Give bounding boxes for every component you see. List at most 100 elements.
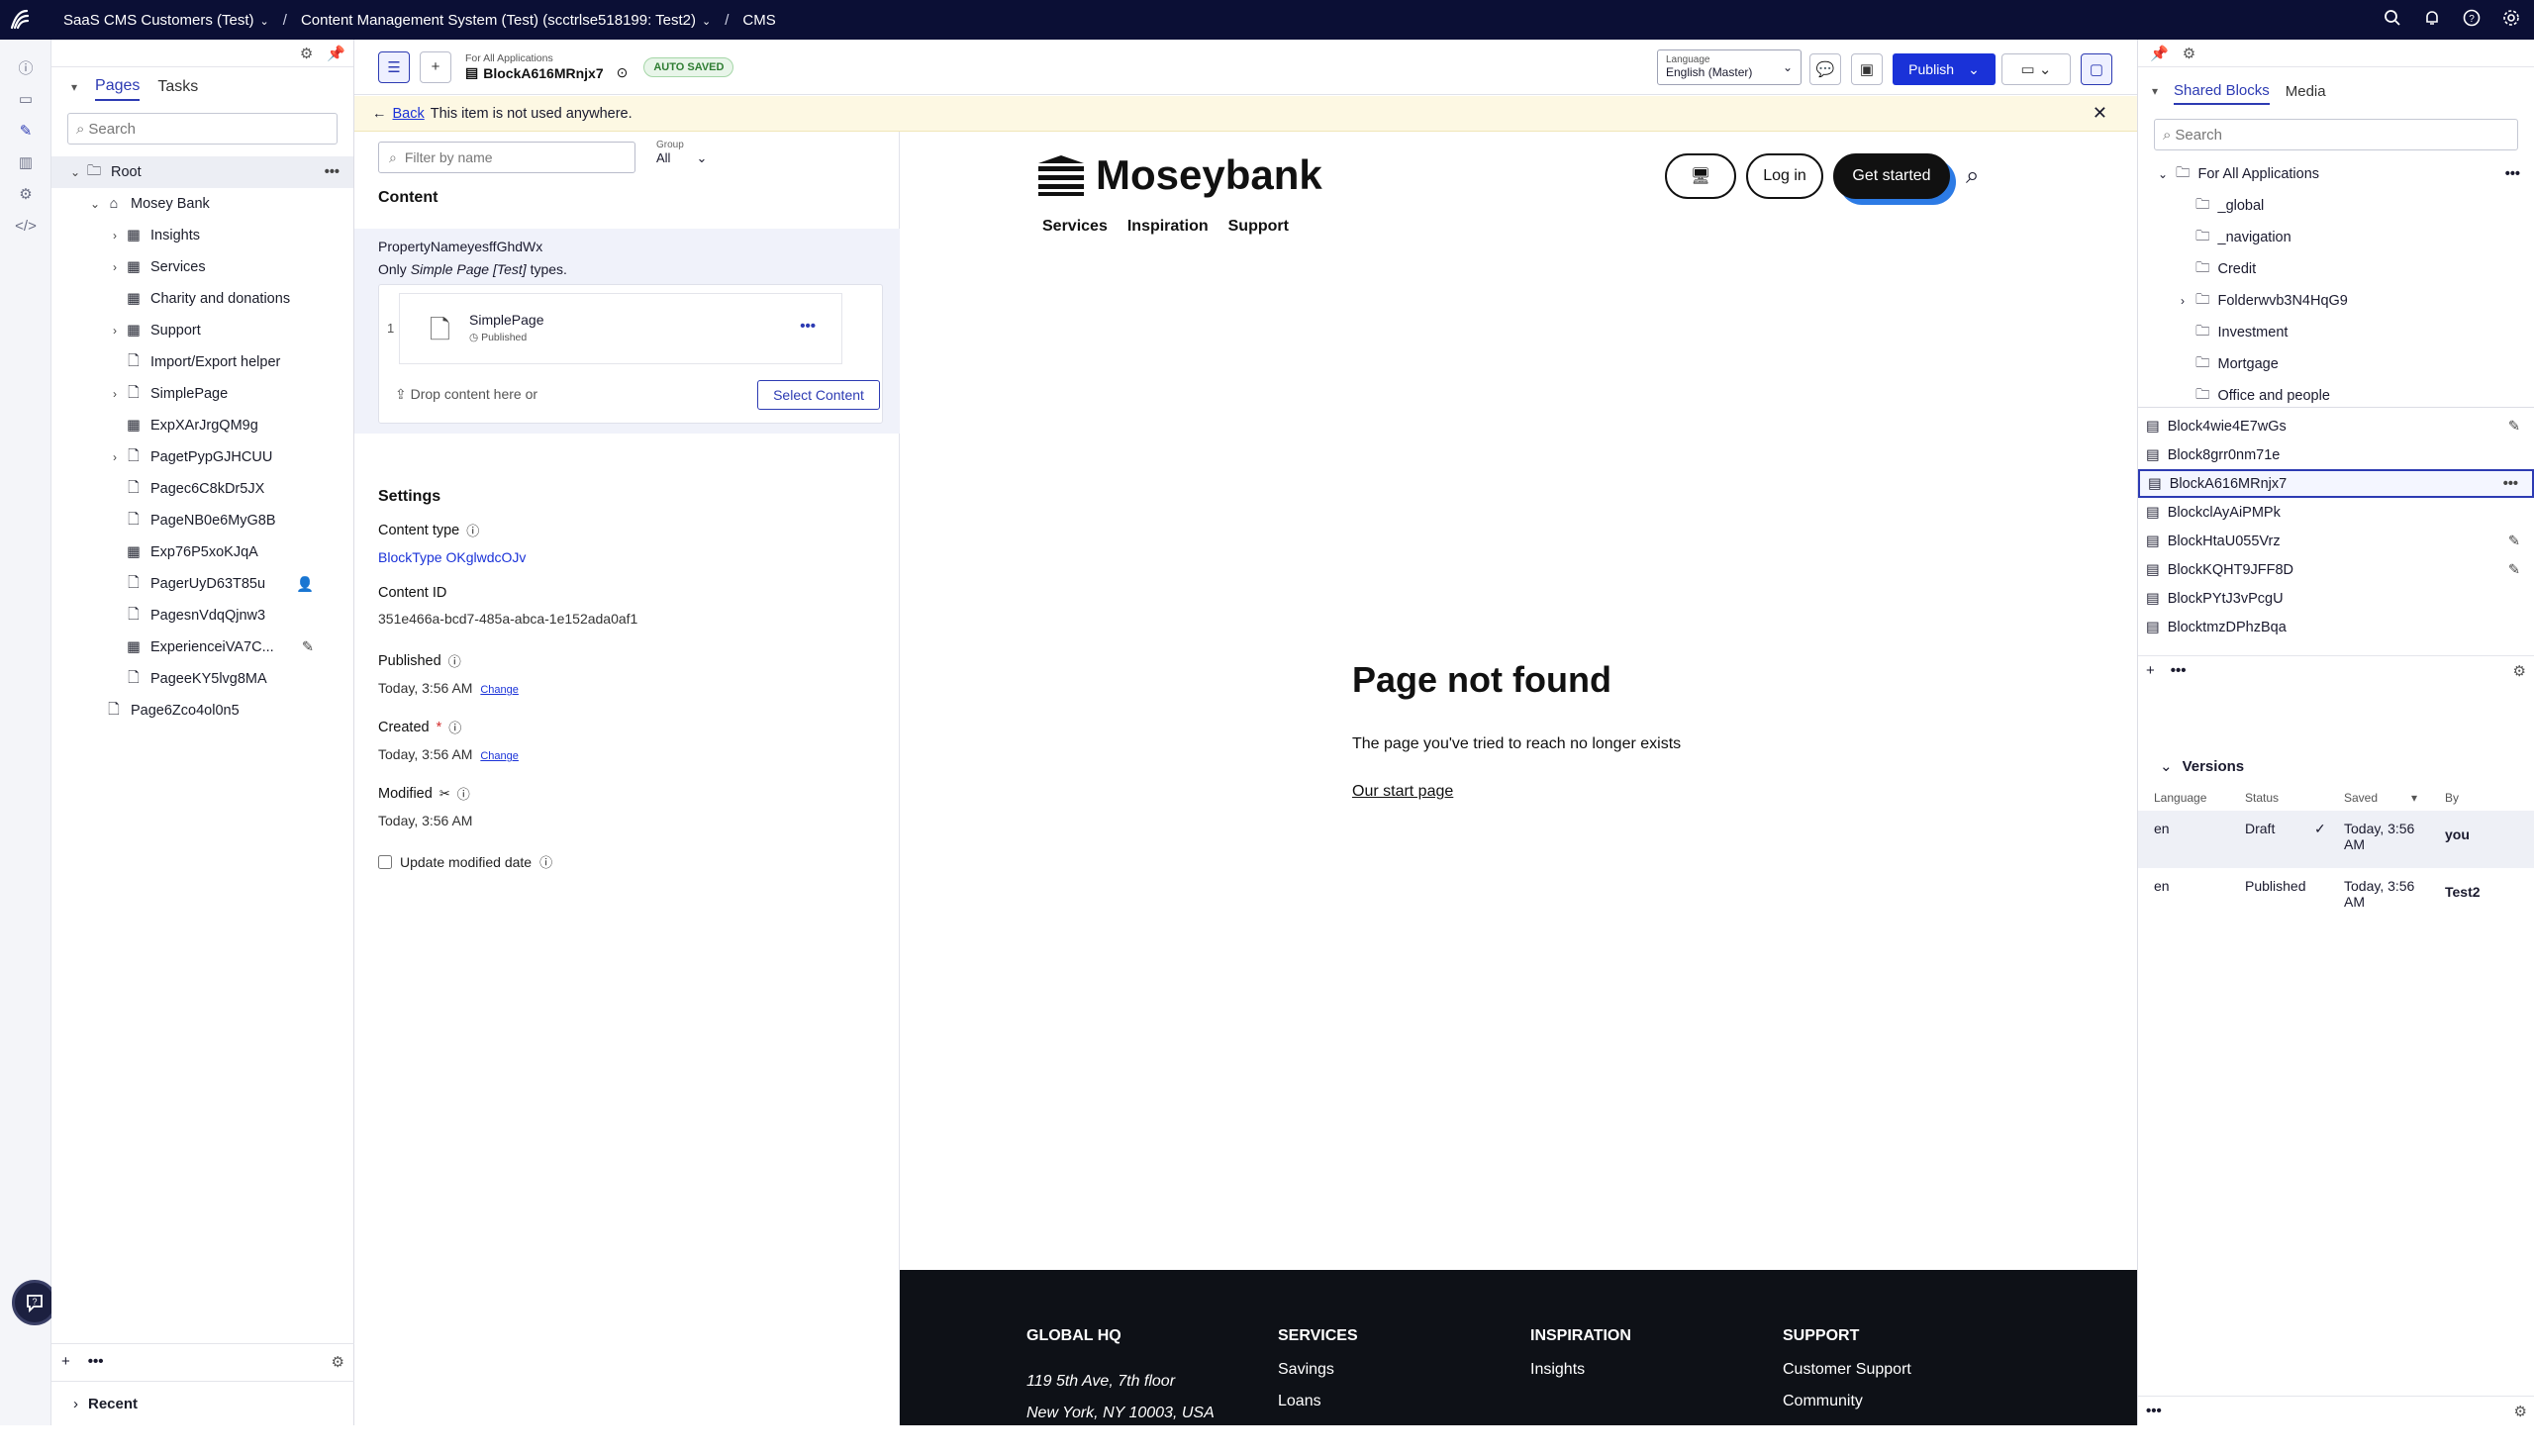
footer-link-customer-support[interactable]: Customer Support — [1783, 1361, 1911, 1379]
more-icon[interactable]: ••• — [325, 164, 340, 180]
block-item[interactable]: ▤ BlockA616MRnjx7 ••• — [2138, 469, 2534, 498]
tree-node[interactable]: › ▦ Insights — [51, 220, 353, 251]
tree-node[interactable]: › ▦ Support — [51, 315, 353, 346]
content-type-value[interactable]: BlockType OKglwdcOJv — [378, 549, 526, 565]
folder-node[interactable]: 🗀 Mortgage — [2138, 348, 2534, 380]
help-circle-icon[interactable]: ⓘ — [448, 718, 461, 736]
block-item[interactable]: ▤ BlocktmzDPhzBqa — [2138, 613, 2534, 641]
crumb-org[interactable]: SaaS CMS Customers (Test) ⌄ — [63, 12, 269, 29]
get-started-button[interactable]: Get started — [1833, 153, 1950, 199]
help-circle-icon[interactable]: ⓘ — [457, 784, 470, 803]
tree-node[interactable]: ▦ ExpXArJrgQM9g — [51, 410, 353, 441]
nav-services[interactable]: Services — [1042, 218, 1108, 236]
app-logo-icon[interactable] — [0, 0, 40, 40]
settings-icon[interactable] — [2502, 9, 2520, 31]
tree-node[interactable]: ⌄ ⌂ Mosey Bank — [51, 188, 353, 220]
drop-zone[interactable]: ⇪ Drop content here or — [395, 386, 537, 403]
tree-node[interactable]: 🗋 PageNB0e6MyG8B — [51, 505, 353, 536]
nav-support[interactable]: Support — [1228, 218, 1289, 236]
group-select[interactable]: Group All ⌄ — [656, 140, 707, 166]
chevron-right-icon[interactable]: › — [107, 324, 123, 338]
select-content-button[interactable]: Select Content — [757, 380, 880, 410]
content-item[interactable]: 1 🗋 SimplePage ◷ Published ••• — [387, 293, 842, 364]
add-icon[interactable]: + — [2146, 662, 2155, 679]
login-button[interactable]: Log in — [1746, 153, 1823, 199]
footer-link-loans[interactable]: Loans — [1278, 1393, 1363, 1410]
tree-node[interactable]: › 🗋 SimplePage — [51, 378, 353, 410]
chevron-right-icon[interactable]: › — [107, 387, 123, 401]
add-button[interactable]: + — [420, 50, 451, 83]
block-item[interactable]: ▤ Block8grr0nm71e — [2138, 440, 2534, 469]
tab-media[interactable]: Media — [2286, 79, 2326, 104]
collapse-chevron-icon[interactable]: ▾ — [2152, 84, 2158, 98]
pencil-icon[interactable]: ✎ — [2508, 534, 2520, 549]
edit-icon[interactable]: ✎ — [0, 115, 51, 146]
more-icon[interactable]: ••• — [2171, 662, 2187, 679]
crumb-cms[interactable]: Content Management System (Test) (scctrl… — [301, 12, 711, 29]
block-item[interactable]: ▤ Block4wie4E7wGs ✎ — [2138, 412, 2534, 440]
folder-node[interactable]: 🗀 _navigation — [2138, 222, 2534, 253]
pages-search-input[interactable]: ⌕ Search — [67, 113, 338, 145]
change-created-link[interactable]: Change — [480, 750, 519, 762]
help-circle-icon[interactable]: ⓘ — [466, 521, 479, 539]
footer-link-credit-cards[interactable]: Credit cards — [1278, 1424, 1363, 1442]
version-row[interactable]: en Published Today, 3:56 AM Test2 — [2138, 868, 2534, 925]
blocks-search-input[interactable]: ⌕ Search — [2154, 119, 2518, 150]
nav-inspiration[interactable]: Inspiration — [1127, 218, 1209, 236]
compare-button[interactable]: ▣ — [1851, 53, 1883, 85]
code-icon[interactable]: </> — [0, 210, 51, 242]
block-item[interactable]: ▤ BlockHtaU055Vrz ✎ — [2138, 527, 2534, 555]
chevron-down-icon[interactable]: ⌄ — [2154, 167, 2172, 181]
more-icon[interactable]: ••• — [88, 1353, 104, 1370]
tree-node[interactable]: ▦ Charity and donations — [51, 283, 353, 315]
moseybank-logo[interactable]: Moseybank — [1036, 151, 1322, 199]
help-circle-icon[interactable]: ⓘ — [539, 852, 552, 871]
block-item[interactable]: ▤ BlockPYtJ3vPcgU — [2138, 584, 2534, 613]
footer-link-savings[interactable]: Savings — [1278, 1361, 1363, 1379]
back-link[interactable]: Back — [393, 106, 425, 122]
help-icon[interactable]: ? — [2463, 9, 2481, 31]
pencil-icon[interactable]: ✎ — [2508, 419, 2520, 435]
tree-node[interactable]: 🗋 Pagec6C8kDr5JX — [51, 473, 353, 505]
gear-icon[interactable]: ⚙ — [300, 45, 313, 62]
crumb-app[interactable]: CMS — [742, 12, 775, 29]
tab-tasks[interactable]: Tasks — [157, 74, 198, 100]
chevron-right-icon[interactable]: › — [107, 260, 123, 274]
more-icon[interactable]: ••• — [2505, 166, 2520, 182]
gear-icon[interactable]: ⚙ — [332, 1353, 344, 1371]
more-icon[interactable]: ••• — [2503, 476, 2518, 492]
block-item[interactable]: ▤ BlockclAyAiPMPk — [2138, 498, 2534, 527]
col-saved[interactable]: Saved — [2344, 791, 2378, 805]
publish-button[interactable]: Publish ⌄ — [1893, 53, 1996, 85]
tree-node[interactable]: 🗋 Page6Zco4ol0n5 — [51, 695, 353, 727]
language-select[interactable]: Language English (Master) ⌄ — [1657, 49, 1802, 85]
sort-desc-icon[interactable]: ▾ — [2411, 791, 2417, 805]
tree-node[interactable]: ⌄ 🗀 Root ••• — [51, 156, 353, 188]
search-icon[interactable]: ⌕ — [1966, 162, 1979, 190]
footer-link-insights[interactable]: Insights — [1530, 1361, 1631, 1379]
item-breadcrumb[interactable]: For All Applications — [465, 52, 628, 64]
tab-pages[interactable]: Pages — [95, 73, 141, 101]
view-mode-button[interactable]: ▭ ⌄ — [2001, 53, 2071, 85]
chevron-right-icon[interactable]: › — [2174, 294, 2192, 308]
col-language[interactable]: Language — [2154, 791, 2206, 805]
gear-icon[interactable]: ⚙ — [2183, 45, 2195, 62]
more-circle-icon[interactable]: ⊙ — [617, 64, 629, 81]
more-icon[interactable]: ••• — [800, 318, 816, 335]
tree-node[interactable]: ▦ Exp76P5xoKJqA — [51, 536, 353, 568]
bell-icon[interactable] — [2423, 9, 2441, 31]
tree-node[interactable]: › 🗋 PagetPypGJHCUU — [51, 441, 353, 473]
folder-node[interactable]: 🗀 Office and people — [2138, 380, 2534, 407]
pin-icon[interactable]: 📌 — [327, 45, 345, 62]
add-icon[interactable]: + — [61, 1353, 70, 1370]
folder-node[interactable]: ⌄ 🗀 For All Applications ••• — [2138, 158, 2534, 190]
tree-node[interactable]: ▦ ExperienceiVA7C... ✎ — [51, 631, 353, 663]
update-modified-checkbox[interactable] — [378, 854, 392, 869]
pencil-icon[interactable]: ✎ — [302, 639, 314, 655]
folder-node[interactable]: 🗀 Investment — [2138, 317, 2534, 348]
close-icon[interactable]: ✕ — [2093, 103, 2107, 124]
chevron-down-icon[interactable]: ⌄ — [2160, 757, 2173, 775]
version-row[interactable]: en Draft ✓ Today, 3:56 AM you — [2138, 811, 2534, 868]
block-item[interactable]: ▤ BlockKQHT9JFF8D ✎ — [2138, 555, 2534, 584]
chevron-down-icon[interactable]: ⌄ — [87, 197, 103, 211]
